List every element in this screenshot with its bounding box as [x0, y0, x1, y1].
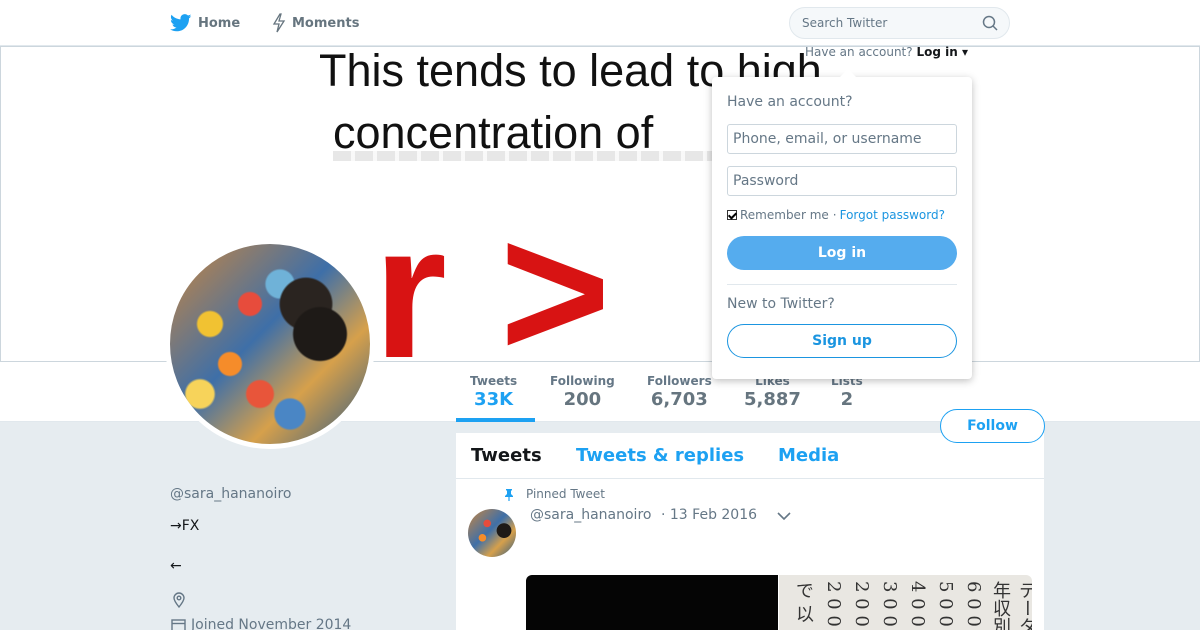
pin-icon [505, 489, 513, 501]
stat-lists[interactable]: Lists 2 [831, 374, 863, 410]
remember-checkbox[interactable] [727, 210, 737, 220]
separator-dot: · [832, 208, 837, 222]
stat-value: 2 [840, 389, 854, 410]
location-icon [173, 592, 185, 608]
banner-graphic-text: r > [373, 186, 611, 362]
nav-moments[interactable]: Moments [272, 0, 359, 46]
active-stat-indicator [456, 418, 535, 422]
calendar-icon [171, 619, 186, 630]
tweet-date[interactable]: · 13 Feb 2016 [661, 507, 757, 523]
login-button[interactable]: Log in [727, 236, 957, 270]
timeline: Tweets Tweets & replies Media Pinned Twe… [456, 433, 1044, 630]
search-input[interactable] [789, 7, 1010, 39]
tweet-media-image-2[interactable]: データ 年収別 6 0 0 5 0 0 4 0 0 3 0 0 2 0 0 2 … [779, 575, 1032, 630]
stat-likes[interactable]: Likes 5,887 [744, 374, 801, 410]
media-text: 2 0 0 [823, 581, 844, 627]
profile-joined: Joined November 2014 [191, 617, 352, 630]
media-text: 年収別 [990, 581, 1011, 630]
stat-label: Followers [647, 374, 712, 388]
profile-handle[interactable]: @sara_hananoiro [170, 486, 291, 502]
stat-tweets[interactable]: Tweets 33K [470, 374, 517, 410]
follow-button[interactable]: Follow [940, 409, 1045, 443]
media-text: 3 0 0 [879, 581, 900, 627]
nav-home[interactable]: Home [170, 0, 240, 46]
media-text: で 以 [793, 581, 814, 623]
search-icon[interactable] [982, 15, 998, 31]
tab-tweets-replies[interactable]: Tweets & replies [576, 445, 744, 466]
media-text: 5 0 0 [935, 581, 956, 627]
signup-button[interactable]: Sign up [727, 324, 957, 358]
chevron-down-icon[interactable] [777, 511, 791, 521]
banner-faded-text [333, 151, 713, 161]
login-toggle-label: Log in [916, 45, 958, 59]
caret-down-icon: ▾ [961, 45, 968, 59]
stat-value: 5,887 [744, 389, 801, 410]
login-toggle[interactable]: Log in ▾ [916, 45, 968, 59]
new-to-twitter-label: New to Twitter? [727, 296, 835, 312]
stat-followers[interactable]: Followers 6,703 [647, 374, 712, 410]
media-text: 2 0 0 [851, 581, 872, 627]
password-field[interactable] [727, 166, 957, 196]
nav-home-label: Home [198, 15, 241, 31]
account-hint-prefix: Have an account? [805, 45, 913, 59]
account-hint: Have an account? Log in ▾ [805, 45, 968, 59]
media-text: 6 0 0 [963, 581, 984, 627]
top-nav: Home Moments [0, 0, 1200, 46]
profile-bio-arrow: ← [170, 558, 182, 574]
media-text: 4 0 0 [907, 581, 928, 627]
stat-value: 6,703 [650, 389, 708, 410]
remember-label: Remember me [740, 208, 829, 222]
login-dropdown-title: Have an account? [727, 94, 853, 110]
stat-label: Following [550, 374, 615, 388]
stat-following[interactable]: Following 200 [550, 374, 615, 410]
nav-moments-label: Moments [292, 15, 360, 31]
tweet-handle[interactable]: @sara_hananoiro [530, 507, 651, 523]
stat-label: Tweets [470, 374, 518, 388]
profile-bio: →FX [170, 518, 200, 534]
login-dropdown: Have an account? Remember me · Forgot pa… [712, 69, 972, 379]
profile-avatar[interactable] [165, 239, 375, 449]
stat-value: 200 [563, 389, 602, 410]
remember-row: Remember me · Forgot password? [727, 208, 945, 222]
tab-media[interactable]: Media [778, 445, 839, 466]
stat-value: 33K [474, 389, 514, 410]
media-text: データ [1016, 581, 1032, 630]
lightning-icon [272, 13, 286, 33]
pinned-tweet-label: Pinned Tweet [526, 487, 605, 501]
tweet-media-image-1[interactable] [526, 575, 778, 630]
twitter-bird-icon [170, 14, 192, 32]
tab-tweets[interactable]: Tweets [471, 445, 542, 466]
username-field[interactable] [727, 124, 957, 154]
divider [727, 284, 957, 285]
forgot-password-link[interactable]: Forgot password? [840, 208, 945, 222]
tweet-avatar[interactable] [468, 509, 516, 557]
